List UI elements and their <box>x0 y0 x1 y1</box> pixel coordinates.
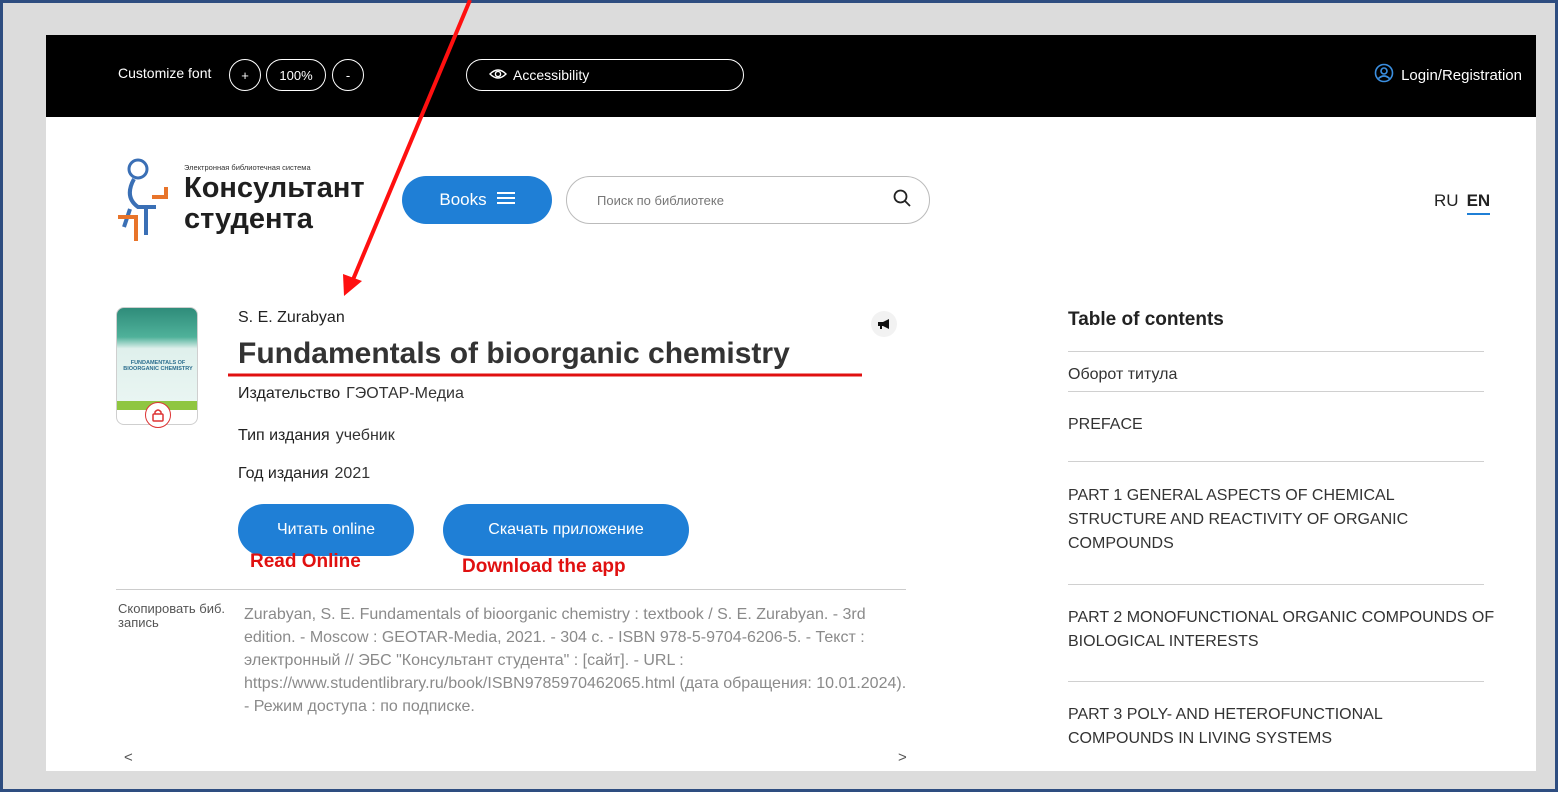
cover-title: FUNDAMENTALS OF BIOORGANIC CHEMISTRY <box>123 360 193 372</box>
toc-title: Table of contents <box>1068 309 1224 330</box>
books-label: Books <box>439 190 487 209</box>
customize-font-label: Customize font <box>118 65 212 81</box>
publisher-value[interactable]: ГЭОТАР-Медиа <box>346 385 464 402</box>
megaphone-icon[interactable] <box>871 311 897 337</box>
increase-font-button[interactable]: + <box>229 59 261 91</box>
logo-wordmark: Консультант студента <box>184 173 365 235</box>
type-row: Тип издания учебник <box>238 427 395 445</box>
toc-divider <box>1068 681 1484 682</box>
login-link[interactable]: Login/Registration <box>1374 63 1522 87</box>
year-label: Год издания <box>238 465 329 482</box>
login-label: Login/Registration <box>1401 66 1522 84</box>
book-author[interactable]: S. E. Zurabyan <box>238 309 345 327</box>
logo-line-2: студента <box>184 203 313 235</box>
accessibility-label: Accessibility <box>513 67 590 83</box>
toc-item[interactable]: PREFACE <box>1068 413 1484 437</box>
logo-line-1: Консультант <box>184 172 365 204</box>
publisher-row: Издательство ГЭОТАР-Медиа <box>238 385 464 403</box>
publisher-label: Издательство <box>238 385 341 402</box>
language-switcher: RU EN <box>1434 191 1491 215</box>
read-online-annotation: Read Online <box>250 551 361 572</box>
year-value: 2021 <box>334 465 371 482</box>
type-value: учебник <box>335 427 395 444</box>
decrease-font-button[interactable]: - <box>332 59 364 91</box>
lock-icon <box>145 402 171 428</box>
font-scale-button[interactable]: 100% <box>266 59 326 91</box>
citation-text: Zurabyan, S. E. Fundamentals of bioorgan… <box>244 606 907 715</box>
accessibility-button[interactable]: Accessibility <box>466 59 744 91</box>
scroll-right-arrow[interactable]: > <box>898 749 907 766</box>
lang-en-link[interactable]: EN <box>1466 191 1491 215</box>
toc-divider <box>1068 584 1484 585</box>
type-label: Тип издания <box>238 427 330 444</box>
eye-icon <box>489 67 507 84</box>
year-row: Год издания 2021 <box>238 465 370 483</box>
site-logo[interactable]: Электронная библиотечная система Консуль… <box>116 157 386 247</box>
download-app-annotation: Download the app <box>462 556 626 577</box>
toc-divider <box>1068 351 1484 352</box>
logo-subtitle: Электронная библиотечная система <box>184 163 311 172</box>
toc-item[interactable]: Оборот титула <box>1068 363 1484 387</box>
toc-item[interactable]: PART 1 GENERAL ASPECTS OF CHEMICAL STRUC… <box>1068 484 1488 556</box>
scroll-left-arrow[interactable]: < <box>124 749 133 766</box>
lang-ru-link[interactable]: RU <box>1434 191 1459 215</box>
toc-item[interactable]: PART 2 MONOFUNCTIONAL ORGANIC COMPOUNDS … <box>1068 606 1498 654</box>
toc-item[interactable]: PART 3 POLY- AND HETEROFUNCTIONAL COMPOU… <box>1068 703 1478 751</box>
hamburger-icon <box>496 190 515 210</box>
page: Customize font + 100% - Accessibility Lo… <box>46 35 1536 771</box>
divider <box>116 589 906 590</box>
book-title: Fundamentals of bioorganic chemistry <box>238 337 790 370</box>
search-icon[interactable] <box>893 189 911 212</box>
search-input[interactable] <box>597 192 893 208</box>
read-online-button[interactable]: Читать online <box>238 504 414 556</box>
book-cover[interactable]: FUNDAMENTALS OF BIOORGANIC CHEMISTRY <box>116 307 198 428</box>
logo-figure-icon <box>116 157 176 252</box>
toc-divider <box>1068 391 1484 392</box>
books-menu-button[interactable]: Books <box>402 176 552 224</box>
top-bar: Customize font + 100% - Accessibility Lo… <box>46 35 1536 117</box>
user-icon <box>1374 63 1394 87</box>
copy-citation-label[interactable]: Скопировать биб. запись <box>118 602 228 630</box>
download-app-button[interactable]: Скачать приложение <box>443 504 689 556</box>
toc-divider <box>1068 461 1484 462</box>
search-box <box>566 176 930 224</box>
